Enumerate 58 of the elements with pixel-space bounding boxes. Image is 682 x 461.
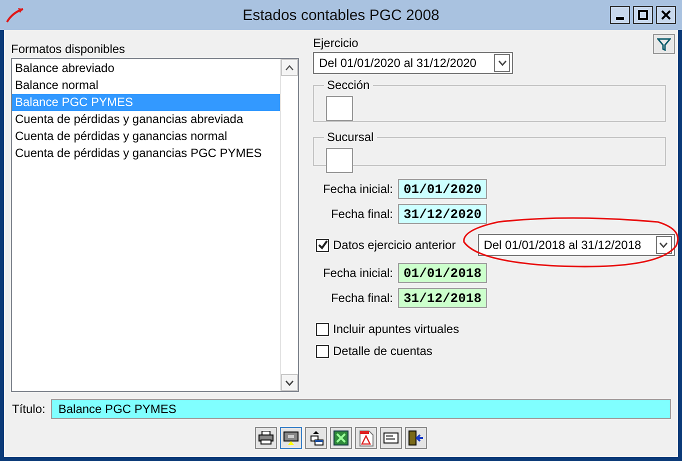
date-label: Fecha final: [330,207,393,221]
checkbox[interactable] [316,238,329,252]
minimize-icon [616,17,624,20]
toolbar-button[interactable] [380,427,402,449]
monitor-icon [283,430,299,446]
checkbox-label: Datos ejercicio anterior [333,238,456,252]
toolbar-button[interactable] [405,427,427,449]
date-field[interactable]: 31/12/2018 [398,288,487,308]
scroll-up-button[interactable] [281,59,298,76]
filter-button[interactable] [652,34,675,54]
toolbar-button[interactable] [255,427,277,449]
code-field[interactable] [326,96,353,121]
title-field[interactable]: Balance PGC PYMES [51,399,671,419]
minimize-button[interactable] [610,6,630,24]
toolbar-button[interactable] [280,427,302,449]
date-field[interactable]: 31/12/2020 [398,204,487,224]
list-label: Formatos disponibles [11,42,126,56]
caret-icon [659,242,668,248]
checkbox-label: Incluir apuntes virtuales [333,322,460,336]
list-item[interactable]: Balance normal [12,77,280,94]
list-item[interactable]: Balance abreviado [12,60,280,77]
checkbox[interactable] [316,322,329,336]
printer-icon [258,431,274,445]
year-dropdown[interactable]: Del 01/01/2020 al 31/12/2020 [313,52,513,74]
maximize-button[interactable] [633,6,653,24]
window-title: Estados contables PGC 2008 [242,6,440,24]
close-button[interactable] [656,6,676,24]
date-field[interactable]: 01/01/2018 [398,263,487,283]
scroll-down-button[interactable] [281,374,298,391]
list-item[interactable]: Cuenta de pérdidas y ganancias abreviada [12,111,280,128]
caret-icon [498,60,506,66]
windows-export-icon [308,430,324,446]
date-label: Fecha final: [330,291,393,305]
close-icon [661,10,671,20]
envelope-icon [383,432,399,444]
checkbox[interactable] [316,344,329,358]
date-label: Fecha inicial: [322,182,393,196]
checkbox-label: Detalle de cuentas [333,344,432,358]
caret-icon [285,380,294,386]
filter-icon [656,38,671,50]
code-field[interactable] [326,148,353,173]
date-label: Fecha inicial: [322,266,393,280]
exit-door-icon [408,430,424,446]
maximize-icon [638,10,648,20]
group-label: Sucursal [326,130,375,144]
list-item[interactable]: Cuenta de pérdidas y ganancias PGC PYMES [12,145,280,162]
pdf-icon [358,430,374,446]
toolbar-button[interactable] [305,427,327,449]
spreadsheet-icon [333,430,349,446]
field-label: Ejercicio [313,36,360,50]
app-logo-icon [6,7,24,23]
list-item[interactable]: Cuenta de pérdidas y ganancias normal [12,128,280,145]
previous-year-dropdown[interactable]: Del 01/01/2018 al 31/12/2018 [478,234,675,256]
scrollbar[interactable] [280,59,298,391]
date-field[interactable]: 01/01/2020 [398,179,487,199]
toolbar-button[interactable] [330,427,352,449]
field-label: Título: [12,402,46,416]
group-label: Sección [326,78,371,92]
